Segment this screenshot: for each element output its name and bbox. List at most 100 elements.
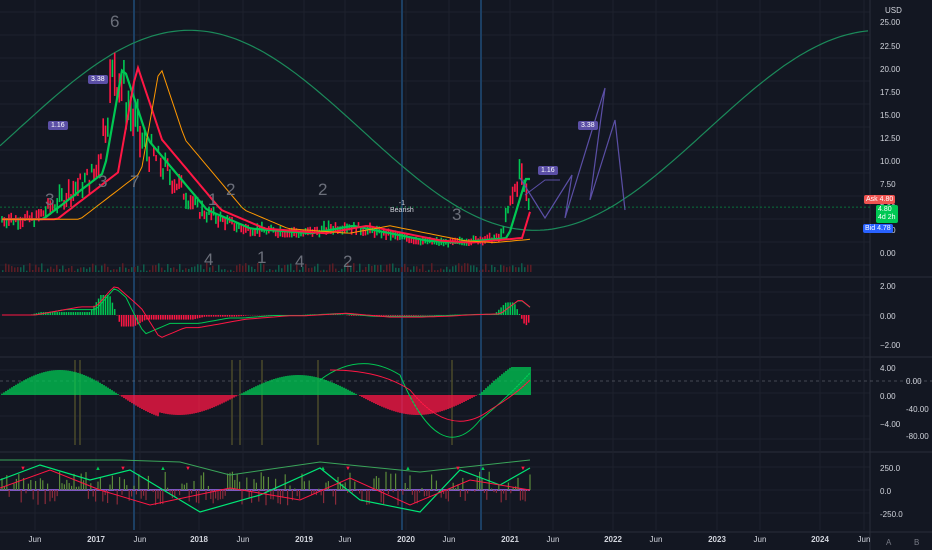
volume-bar — [77, 268, 79, 272]
long-ma-line — [2, 69, 531, 244]
auto-scale-icon[interactable]: A — [886, 538, 891, 547]
volume-bar — [515, 267, 517, 272]
volume-bar — [86, 268, 88, 272]
time-axis-label: Jun — [442, 535, 456, 544]
volume-bar — [236, 265, 238, 272]
wave-count: 3 — [452, 205, 462, 224]
volume-bar — [377, 265, 379, 272]
volume-bar — [308, 268, 310, 272]
annotation-marker: -1 — [398, 200, 405, 207]
price-axis-label: 10.00 — [880, 157, 901, 166]
volume-bar — [404, 263, 406, 272]
wave-count: 4 — [204, 250, 214, 269]
volume-bar — [329, 264, 331, 272]
price-chart[interactable]: ▼ ▲ ▼ ▲ ▼ ▲ ▼ ▲ ▼ ▲ ▼ — [0, 0, 932, 550]
volume-bar — [65, 269, 67, 272]
volume-bar — [29, 263, 31, 272]
volume-bar — [482, 269, 484, 272]
volume-bar — [38, 267, 40, 272]
signal-marker: ▼ — [520, 466, 526, 472]
wave-count: 1 — [208, 190, 218, 209]
volume-bar — [521, 263, 523, 272]
wave-ratio-label: 3.38 — [578, 121, 598, 130]
volume-bar — [35, 264, 37, 272]
volume-bar — [389, 263, 391, 272]
volume-bar — [251, 266, 253, 272]
volume-bar — [80, 267, 82, 272]
osc-axis-right-label: -40.00 — [906, 405, 929, 414]
wave-ratio-label: 1.16 — [538, 166, 558, 175]
volume-bar — [194, 266, 196, 272]
volume-bar — [407, 267, 409, 272]
volume-bar — [476, 267, 478, 272]
osc-axis-label: 4.00 — [880, 364, 896, 373]
volume-bar — [278, 264, 280, 272]
signal-marker: ▼ — [345, 466, 351, 472]
price-axis-label: 12.50 — [880, 134, 901, 143]
volume-bar — [215, 270, 217, 272]
volume-bar — [467, 263, 469, 272]
volume-bar — [506, 267, 508, 272]
bottom-signal-line — [0, 469, 531, 506]
bid-value: 4.78 — [877, 225, 891, 232]
log-scale-icon[interactable]: B — [914, 538, 919, 547]
wave-count: 7 — [130, 172, 140, 191]
volume-bar — [167, 264, 169, 272]
volume-bar — [383, 269, 385, 272]
wave-count: 2 — [318, 180, 328, 199]
volume-bar — [191, 267, 193, 272]
volume-bar — [23, 265, 25, 272]
volume-bar — [173, 267, 175, 272]
volume-bar — [161, 267, 163, 272]
volume-bar — [95, 265, 97, 272]
volume-bar — [434, 270, 436, 272]
volume-bar — [428, 269, 430, 272]
volume-bar — [374, 264, 376, 272]
volume-bar — [392, 263, 394, 272]
volume-bar — [386, 264, 388, 272]
projection-path — [519, 87, 626, 220]
volume-bar — [53, 268, 55, 272]
time-axis-label: Jun — [236, 535, 250, 544]
volume-bar — [89, 267, 91, 272]
volume-bar — [230, 269, 232, 272]
volume-bar — [227, 270, 229, 272]
osc-axis-label: 0.00 — [880, 392, 896, 401]
volume-bar — [440, 268, 442, 272]
volume-bar — [8, 264, 10, 272]
volume-bar — [137, 265, 139, 272]
volume-bar — [311, 267, 313, 272]
fast-ma-line — [2, 68, 530, 244]
volume-bar — [68, 268, 70, 272]
signal-marker: ▲ — [480, 466, 486, 472]
time-axis-label: Jun — [546, 535, 560, 544]
volume-bar — [437, 270, 439, 272]
osc-axis-label: −4.00 — [880, 420, 901, 429]
volume-bar — [431, 263, 433, 272]
volume-bar — [380, 264, 382, 272]
volume-bar — [512, 265, 514, 272]
volume-bar — [500, 264, 502, 272]
bottom-axis-label: 0.0 — [880, 487, 892, 496]
volume-bar — [527, 264, 529, 272]
volume-bar — [188, 268, 190, 272]
volume-bar — [488, 270, 490, 272]
volume-bar — [314, 266, 316, 272]
volume-bar — [71, 266, 73, 272]
volume-bar — [473, 265, 475, 272]
price-axis-label: 15.00 — [880, 111, 901, 120]
osc-axis-right-label: 0.00 — [906, 377, 922, 386]
volume-bar — [455, 265, 457, 272]
osc-axis-right-label: -80.00 — [906, 432, 929, 441]
bearish-annotation: -1 Bearish — [390, 200, 414, 214]
bid-tag: Bid 4.78 — [863, 224, 893, 233]
volume-bar — [125, 267, 127, 272]
volume-bar — [32, 270, 34, 272]
volume-bar — [419, 268, 421, 272]
volume-bar — [83, 267, 85, 272]
volume-bar — [122, 263, 124, 272]
slow-ma-line — [2, 64, 531, 244]
volume-bar — [338, 270, 340, 272]
volume-bar — [491, 264, 493, 272]
volume-bar — [104, 263, 106, 272]
